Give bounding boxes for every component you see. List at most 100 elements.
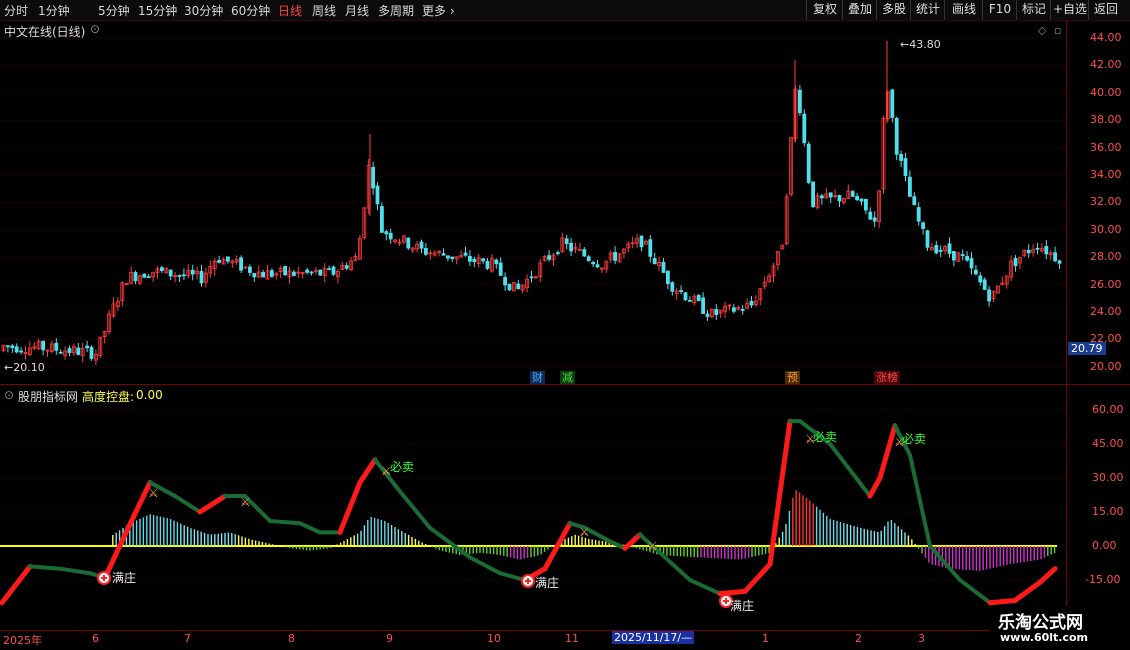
period-toolbar: 分时 1分钟 5分钟 15分钟 30分钟 60分钟 日线 周线 月线 多周期 更… [0, 0, 1130, 21]
event-badge-reduce[interactable]: 减 [560, 371, 575, 384]
candle-body [331, 266, 336, 275]
candle-body [181, 274, 186, 277]
candle-body [85, 345, 89, 349]
date-label: 2 [855, 632, 862, 645]
indicator-line-segment [298, 521, 322, 535]
candle-body [58, 351, 63, 354]
bottom-signal-label: 满庄 [535, 576, 560, 590]
price-tick-label: 42.00 [1090, 58, 1122, 72]
bottom-signal-label: 满庄 [730, 599, 755, 613]
period-tab-weekly[interactable]: 周线 [312, 2, 336, 19]
person-signal-icon: ⚔ [579, 525, 590, 539]
crosshair-date-label: 2025/11/17/— [612, 631, 695, 644]
candle-body [507, 283, 512, 291]
candle-body [925, 230, 930, 248]
candle-body [806, 143, 811, 183]
candle-body [283, 266, 288, 276]
candle-body [798, 89, 802, 114]
candle-body [952, 251, 956, 261]
candle-body [485, 261, 490, 269]
adjust-button[interactable]: 复权 [806, 0, 843, 20]
period-tab-15min[interactable]: 15分钟 [138, 2, 177, 19]
candle-body [960, 254, 965, 257]
candle-body [868, 211, 873, 220]
period-tab-fenshi[interactable]: 分时 [4, 2, 28, 19]
overlay-button[interactable]: 叠加 [842, 0, 877, 20]
candle-body [859, 198, 864, 202]
candle-body [1053, 252, 1057, 262]
event-badge-toplist[interactable]: 涨榜 [874, 371, 900, 384]
event-badge-forecast[interactable]: 预 [785, 371, 800, 384]
person-signal-icon: ⚔ [148, 486, 159, 500]
high-price-value: 43.80 [909, 38, 941, 51]
candle-body [481, 258, 486, 262]
candle-body [802, 113, 807, 144]
period-tab-30min[interactable]: 30分钟 [184, 2, 223, 19]
candle-body [498, 262, 503, 276]
indicator-line-segment [337, 479, 363, 535]
indicator-tick-label: 0.00 [1092, 539, 1117, 552]
candle-body [683, 292, 688, 301]
candle-body [463, 252, 468, 256]
candle-body [503, 277, 508, 286]
back-button[interactable]: 返回 [1088, 0, 1123, 20]
event-badge-finance[interactable]: 财 [530, 371, 545, 384]
date-axis: 2025年 6 7 8 9 10 11 2025/11/17/— 1 2 3 [0, 631, 1066, 650]
candle-body [661, 261, 666, 273]
period-tab-daily[interactable]: 日线 [278, 2, 302, 19]
multi-stock-button[interactable]: 多股 [876, 0, 911, 20]
candle-body [740, 309, 745, 311]
candle-body [1044, 246, 1049, 255]
arrow-left-icon: ← [4, 361, 14, 374]
candle-body [19, 350, 24, 353]
sell-signal-label: 必卖 [390, 460, 415, 474]
stats-button[interactable]: 统计 [910, 0, 945, 20]
candle-body [441, 253, 446, 256]
price-tick-label: 40.00 [1090, 85, 1122, 99]
add-favorite-button[interactable]: +自选 [1050, 0, 1089, 20]
period-tab-1min[interactable]: 1分钟 [38, 2, 70, 19]
candle-body [1026, 249, 1031, 254]
candle-body [305, 269, 310, 273]
chevron-right-icon: › [449, 4, 455, 18]
more-menu[interactable]: 更多 › [422, 2, 455, 19]
candle-body [516, 283, 521, 290]
candle-body [89, 347, 94, 359]
price-tick-label: 44.00 [1090, 31, 1122, 44]
indicator-line-segment [58, 566, 92, 576]
price-tick-label: 34.00 [1090, 168, 1122, 181]
candle-body [6, 345, 10, 348]
indicator-line-segment [767, 418, 793, 567]
candle-body [225, 256, 230, 262]
price-tick-label: 24.00 [1090, 305, 1122, 318]
candle-body [903, 158, 908, 177]
watermark: 乐淘公式网 www.60lt.com [990, 606, 1130, 650]
candlestick-chart[interactable] [0, 20, 1066, 384]
period-tab-multi[interactable]: 多周期 [378, 2, 414, 19]
f10-button[interactable]: F10 [982, 0, 1017, 20]
candle-body [168, 269, 173, 277]
candle-body [938, 249, 943, 252]
sell-signal-label: 必卖 [813, 430, 838, 444]
indicator-chart[interactable]: ⚔⚔⚔⚔⚔⚔ ⚔ [0, 385, 1066, 630]
period-tab-monthly[interactable]: 月线 [345, 2, 369, 19]
candle-body [1035, 247, 1040, 250]
date-label: 8 [288, 632, 295, 645]
person-signal-icon: ⚔ [647, 539, 658, 553]
period-tab-60min[interactable]: 60分钟 [231, 2, 270, 19]
indicator-line-segment [173, 494, 202, 514]
candle-body [613, 251, 617, 261]
indicator-line-segment [688, 578, 722, 596]
candle-body [974, 269, 978, 275]
period-tab-5min[interactable]: 5分钟 [98, 2, 130, 19]
date-label: 10 [487, 632, 501, 645]
indicator-line-segment [357, 457, 378, 485]
candle-body [10, 345, 15, 349]
mark-button[interactable]: 标记 [1016, 0, 1051, 20]
indicator-tick-label: -15.00 [1085, 573, 1121, 587]
more-label: 更多 [422, 4, 447, 18]
candle-body [916, 207, 921, 222]
candle-body [472, 258, 477, 263]
draw-button[interactable]: 画线 [944, 0, 983, 20]
candle-body [732, 307, 736, 312]
